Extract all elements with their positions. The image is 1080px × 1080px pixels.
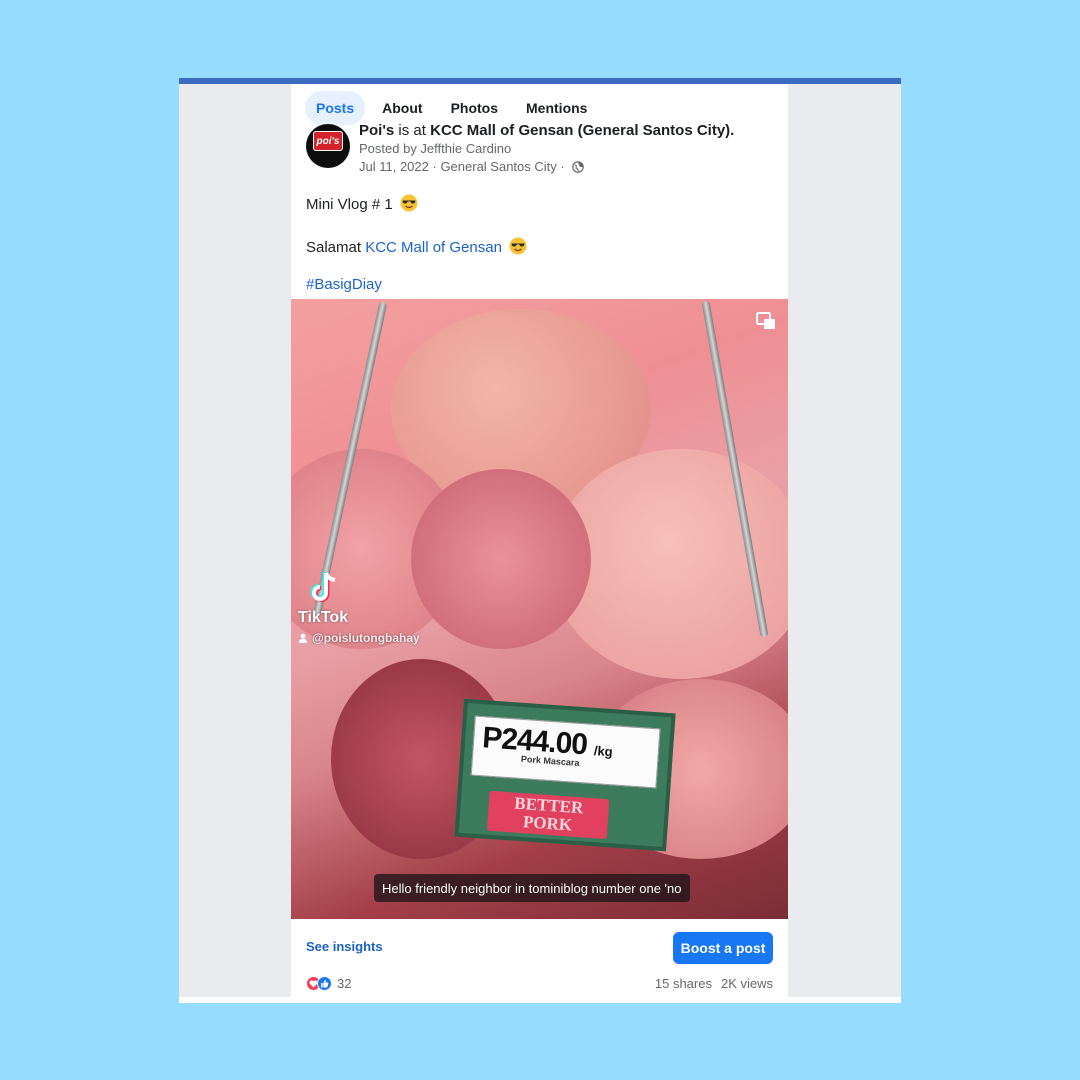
avatar-logo-text: poi's <box>313 131 343 151</box>
reactions-summary[interactable]: 32 <box>306 976 351 991</box>
see-insights-link[interactable]: See insights <box>306 939 383 954</box>
boost-post-button[interactable]: Boost a post <box>673 932 773 964</box>
shares-count[interactable]: 15 shares <box>655 976 712 991</box>
post-date[interactable]: Jul 11, 2022 <box>359 159 429 174</box>
brand-label: BETTER PORK <box>486 790 610 840</box>
page-avatar[interactable]: poi's <box>306 124 350 168</box>
smiling-face-with-sunglasses-icon <box>509 237 527 255</box>
tab-mentions[interactable]: Mentions <box>515 91 598 125</box>
views-count: 2K views <box>720 976 773 991</box>
author-name[interactable]: Poi's <box>359 124 394 138</box>
post-stats: 15 shares 2K views <box>655 976 773 991</box>
post-video[interactable]: TikTok @poislutongbahay P244.00 /kg Pork… <box>291 299 788 919</box>
video-caption: Hello friendly neighbor in tominiblog nu… <box>374 874 690 902</box>
post-meta: Jul 11, 2022 · General Santos City · <box>359 159 585 174</box>
tiktok-watermark-name: TikTok <box>298 609 349 626</box>
tab-about[interactable]: About <box>371 91 433 125</box>
price-unit: /kg <box>593 742 614 760</box>
bottom-strip <box>179 997 901 1003</box>
tiktok-logo-icon <box>310 572 336 602</box>
tab-photos[interactable]: Photos <box>440 91 509 125</box>
post-line-1: Mini Vlog # 1 <box>306 196 393 213</box>
globe-icon <box>572 160 585 173</box>
price-tag: P244.00 /kg Pork Mascara BETTER PORK <box>454 698 676 852</box>
page-tabs: Posts About Photos Mentions <box>305 91 604 125</box>
meta-separator: · <box>556 159 569 174</box>
reaction-count: 32 <box>337 976 352 991</box>
mall-link[interactable]: KCC Mall of Gensan <box>365 239 502 256</box>
meta-separator: · <box>428 159 441 174</box>
post-line-2-prefix: Salamat <box>306 239 362 256</box>
facebook-page-screenshot: Posts About Photos Mentions poi's Poi's … <box>179 78 901 1003</box>
checkin-place[interactable]: KCC Mall of Gensan (General Santos City)… <box>430 124 734 138</box>
posted-by: Posted by Jeffthie Cardino <box>359 141 512 156</box>
post-author-line: Poi's is at KCC Mall of Gensan (General … <box>359 124 779 138</box>
tab-posts[interactable]: Posts <box>305 91 366 125</box>
tiktok-watermark-handle: @poislutongbahay <box>298 631 420 645</box>
price-label: P244.00 /kg Pork Mascara <box>470 715 661 789</box>
like-reaction-icon <box>317 976 332 991</box>
person-icon <box>298 633 308 643</box>
smiling-face-with-sunglasses-icon <box>400 194 418 212</box>
hashtag-link[interactable]: #BasigDiay <box>306 276 382 293</box>
post-card: Posts About Photos Mentions poi's Poi's … <box>291 84 788 997</box>
meat-shape <box>411 469 591 649</box>
tiktok-handle-text: @poislutongbahay <box>312 631 420 645</box>
picture-in-picture-icon[interactable] <box>756 312 776 330</box>
post-location: General Santos City <box>440 159 557 174</box>
post-text-line-2: Salamat KCC Mall of Gensan <box>306 237 527 256</box>
author-verb: is at <box>398 124 426 138</box>
post-text-line-1: Mini Vlog # 1 <box>306 194 418 213</box>
